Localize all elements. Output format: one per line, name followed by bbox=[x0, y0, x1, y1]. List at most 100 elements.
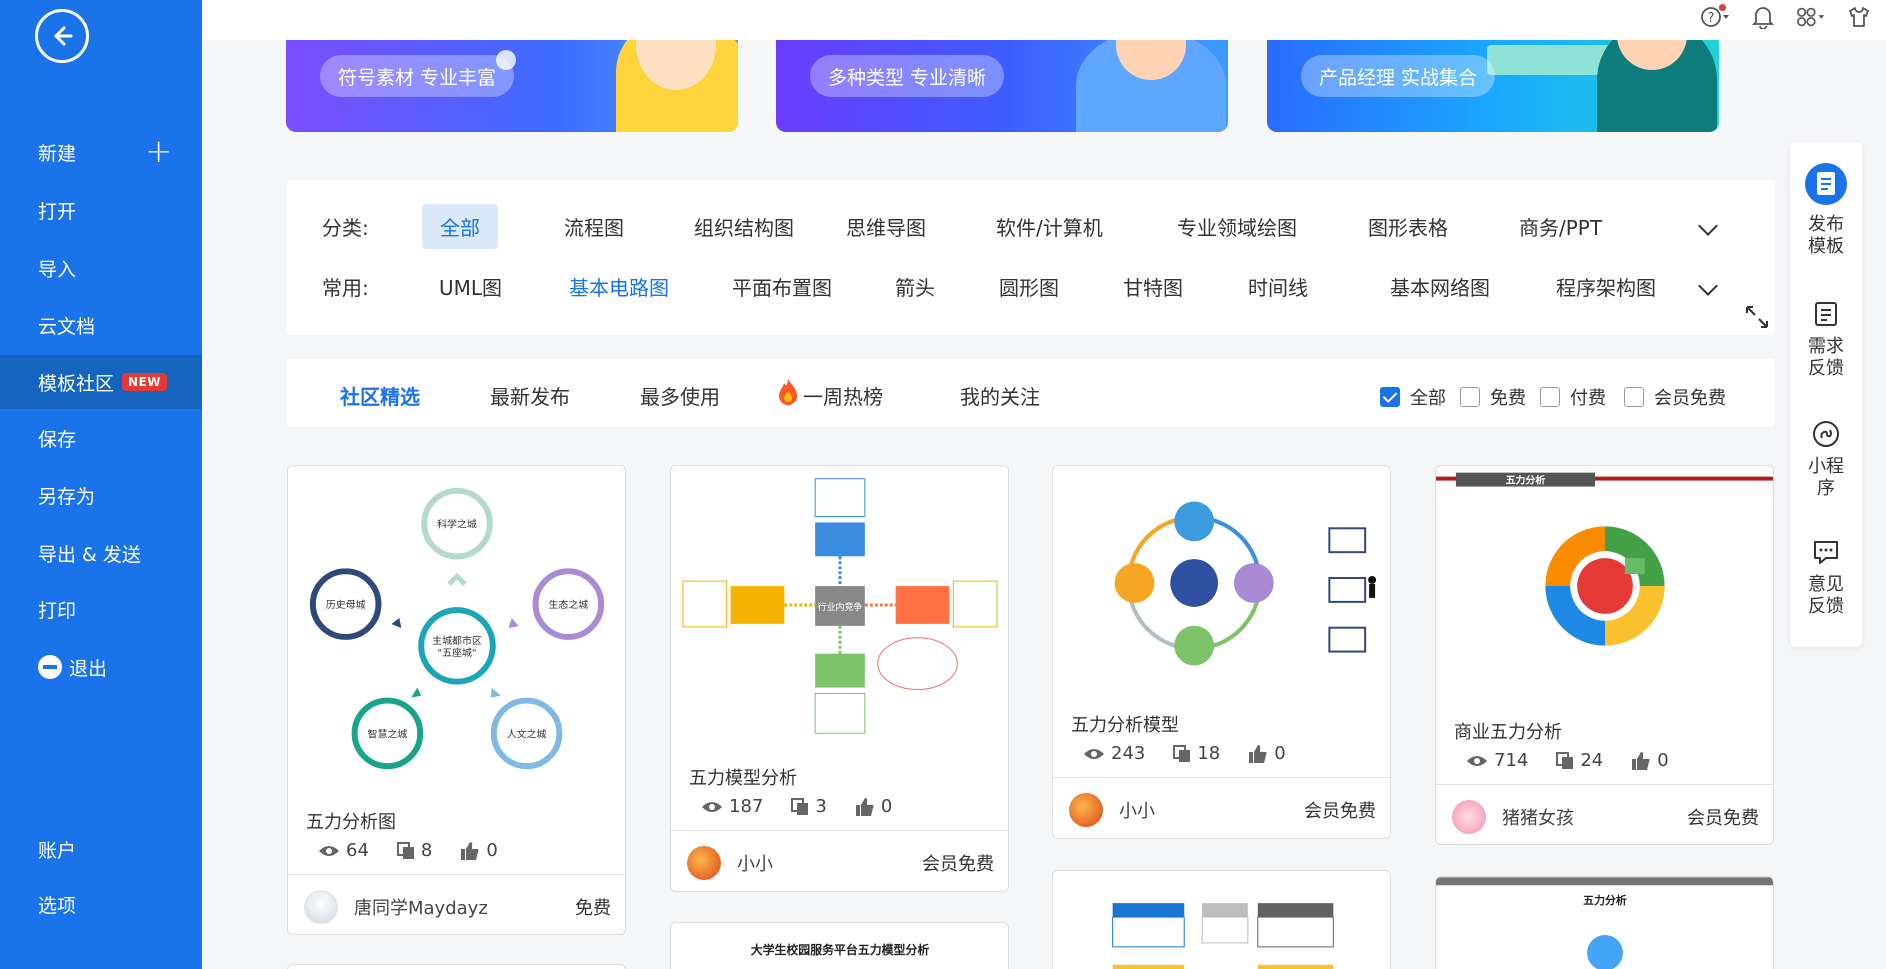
sidebar-item-import[interactable]: 导入 bbox=[0, 241, 202, 295]
mini-program-button[interactable]: 小程 序 bbox=[1790, 420, 1862, 500]
minus-circle-icon bbox=[38, 655, 62, 679]
common-gantt[interactable]: 甘特图 bbox=[1105, 264, 1201, 309]
copies-count: 24 bbox=[1580, 750, 1604, 771]
category-mind-map[interactable]: 思维导图 bbox=[828, 204, 944, 249]
template-card[interactable]: 行业内竞争 五力模型分析 187 3 0 小小 会员免费 bbox=[670, 465, 1009, 892]
tab-most-used[interactable]: 最多使用 bbox=[640, 381, 720, 410]
category-professional[interactable]: 专业领域绘图 bbox=[1159, 204, 1315, 249]
common-circuit[interactable]: 基本电路图 bbox=[551, 264, 687, 309]
likes-stat: 0 bbox=[1248, 743, 1286, 764]
tab-weekly-hot[interactable]: 一周热榜 bbox=[775, 378, 883, 410]
opinion-feedback-button[interactable]: 意见 反馈 bbox=[1790, 538, 1862, 618]
common-architecture[interactable]: 程序架构图 bbox=[1538, 264, 1674, 309]
sidebar-item-exit[interactable]: 退出 bbox=[0, 640, 202, 694]
banner-symbols[interactable]: 符号素材 专业丰富 bbox=[286, 40, 738, 132]
divider bbox=[671, 830, 1008, 831]
sidebar-item-export-send[interactable]: 导出 & 发送 bbox=[0, 526, 202, 580]
sidebar-item-label: 导入 bbox=[38, 258, 77, 281]
template-card[interactable]: 五力分析模型 243 18 0 小小 会员免费 bbox=[1052, 465, 1391, 839]
tab-latest[interactable]: 最新发布 bbox=[490, 381, 570, 410]
banner-product-manager[interactable]: 产品经理 实战集合 bbox=[1267, 40, 1719, 132]
template-thumbnail: 大学生校园服务平台五力模型分析 bbox=[671, 923, 1008, 969]
back-button[interactable] bbox=[35, 9, 89, 63]
tab-following[interactable]: 我的关注 bbox=[960, 381, 1040, 410]
copies-stat: 8 bbox=[396, 840, 432, 861]
template-card[interactable]: 五力分析 商业五力分析 714 24 0 猪猪女孩 会员免费 bbox=[1435, 465, 1774, 845]
checkbox[interactable] bbox=[1624, 387, 1644, 407]
sidebar-item-template-community[interactable]: 模板社区 NEW bbox=[0, 355, 202, 409]
divider bbox=[1436, 784, 1773, 785]
checkbox[interactable] bbox=[1460, 387, 1480, 407]
common-arrow[interactable]: 箭头 bbox=[877, 264, 953, 309]
price-label: 会员免费 bbox=[1304, 801, 1376, 822]
help-icon[interactable]: ? bbox=[1700, 4, 1730, 30]
copy-icon bbox=[791, 797, 809, 815]
shirt-icon[interactable] bbox=[1844, 4, 1874, 30]
author[interactable]: 小小 bbox=[1069, 793, 1155, 827]
thumb-node-label: 智慧之城 bbox=[368, 727, 408, 740]
tab-featured[interactable]: 社区精选 bbox=[340, 381, 420, 410]
author[interactable]: 唐同学Maydayz bbox=[304, 890, 488, 924]
sidebar-item-options[interactable]: 选项 bbox=[0, 877, 202, 931]
template-card[interactable] bbox=[1052, 870, 1391, 969]
plus-icon[interactable]: + bbox=[145, 135, 172, 167]
sidebar-item-save-as[interactable]: 另存为 bbox=[0, 468, 202, 522]
thumb-center-label: 主城都市区"五座城" bbox=[432, 634, 482, 659]
new-badge: NEW bbox=[122, 373, 167, 391]
rp-label: 意见 反馈 bbox=[1808, 574, 1844, 617]
sidebar-item-save[interactable]: 保存 bbox=[0, 411, 202, 465]
common-uml[interactable]: UML图 bbox=[421, 264, 520, 309]
category-org-chart[interactable]: 组织结构图 bbox=[676, 204, 812, 249]
sidebar-item-label: 模板社区 bbox=[38, 372, 115, 395]
apps-grid-icon[interactable] bbox=[1796, 4, 1826, 30]
chevron-down-icon[interactable] bbox=[1698, 276, 1718, 296]
common-floor-plan[interactable]: 平面布置图 bbox=[714, 264, 850, 309]
common-circle[interactable]: 圆形图 bbox=[981, 264, 1077, 309]
filter-paid[interactable]: 付费 bbox=[1540, 384, 1606, 410]
requirement-feedback-button[interactable]: 需求 反馈 bbox=[1790, 300, 1862, 380]
rp-label: 小程 序 bbox=[1808, 456, 1844, 499]
sidebar-item-label: 打开 bbox=[38, 200, 77, 223]
template-thumbnail: 五力分析 bbox=[1436, 877, 1773, 969]
chat-icon bbox=[1814, 541, 1838, 564]
filter-label: 付费 bbox=[1570, 388, 1606, 409]
thumbs-up-icon bbox=[1632, 751, 1650, 770]
likes-stat: 0 bbox=[1631, 750, 1669, 771]
common-network[interactable]: 基本网络图 bbox=[1372, 264, 1508, 309]
chevron-down-icon[interactable] bbox=[1698, 216, 1718, 236]
sidebar-item-open[interactable]: 打开 bbox=[0, 183, 202, 237]
filter-free[interactable]: 免费 bbox=[1460, 384, 1526, 410]
sidebar-item-account[interactable]: 账户 bbox=[0, 822, 202, 876]
checkbox[interactable] bbox=[1380, 387, 1400, 407]
thumb-node-label: 历史母城 bbox=[326, 599, 366, 611]
sidebar-item-print[interactable]: 打印 bbox=[0, 582, 202, 636]
filter-member-free[interactable]: 会员免费 bbox=[1624, 384, 1726, 410]
category-row: 分类: 全部 流程图 组织结构图 思维导图 软件/计算机 专业领域绘图 图形表格… bbox=[287, 203, 1775, 249]
sidebar-item-cloud-docs[interactable]: 云文档 bbox=[0, 298, 202, 352]
banner-types[interactable]: 多种类型 专业清晰 bbox=[776, 40, 1228, 132]
category-graphic-table[interactable]: 图形表格 bbox=[1350, 204, 1466, 249]
category-business-ppt[interactable]: 商务/PPT bbox=[1501, 204, 1620, 249]
sidebar-item-new[interactable]: 新建 + bbox=[0, 125, 202, 179]
author[interactable]: 猪猪女孩 bbox=[1452, 800, 1574, 834]
expand-icon[interactable] bbox=[1744, 304, 1770, 330]
category-software[interactable]: 软件/计算机 bbox=[978, 204, 1121, 249]
author[interactable]: 小小 bbox=[687, 846, 773, 880]
thumb-node-label: 人文之城 bbox=[507, 727, 547, 740]
category-all[interactable]: 全部 bbox=[422, 203, 498, 249]
bell-icon[interactable] bbox=[1748, 4, 1778, 30]
template-card[interactable]: 五力分析 bbox=[1435, 876, 1774, 969]
publish-template-button[interactable]: 发布 模板 bbox=[1790, 162, 1862, 258]
checkbox[interactable] bbox=[1540, 387, 1560, 407]
category-flowchart[interactable]: 流程图 bbox=[546, 204, 642, 249]
price-label: 会员免费 bbox=[1687, 808, 1759, 829]
filter-label: 全部 bbox=[1410, 388, 1446, 409]
template-thumbnail: 五力分析 bbox=[1436, 466, 1773, 698]
template-card[interactable] bbox=[287, 964, 626, 969]
filter-all[interactable]: 全部 bbox=[1380, 384, 1446, 410]
sidebar-item-label: 打印 bbox=[38, 599, 77, 622]
template-card[interactable]: 大学生校园服务平台五力模型分析 bbox=[670, 922, 1009, 969]
views-stat: 243 bbox=[1083, 743, 1145, 764]
common-timeline[interactable]: 时间线 bbox=[1230, 264, 1326, 309]
template-card[interactable]: 主城都市区"五座城" 科学之城 生态之城 人文之城 智慧之城 历史母城 五力分析… bbox=[287, 465, 626, 935]
